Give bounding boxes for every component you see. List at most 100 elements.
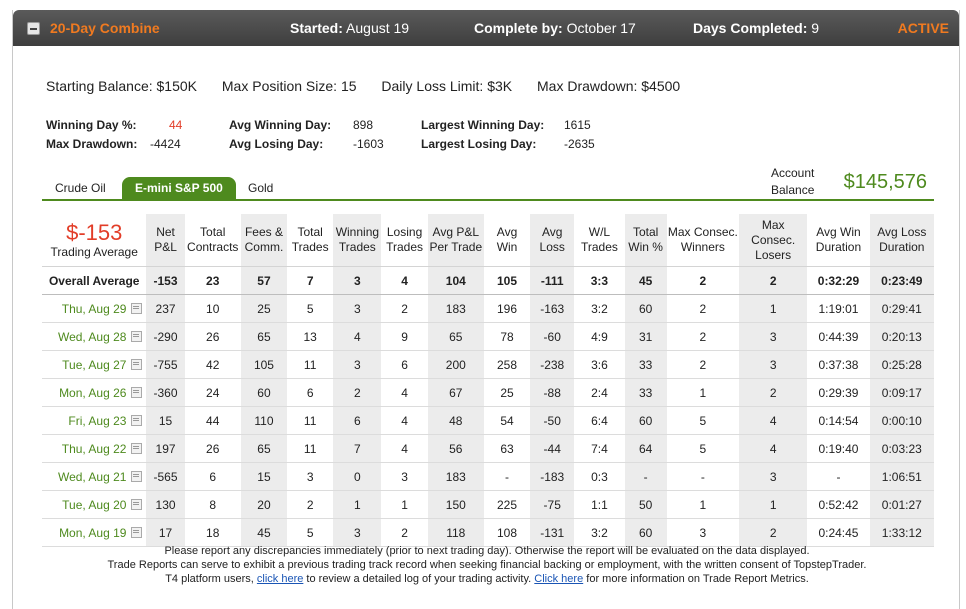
table-cell: 0:01:27	[869, 490, 934, 519]
daily-loss-limit: Daily Loss Limit: $3K	[381, 78, 513, 94]
max-drawdown-value: -4424	[150, 137, 181, 151]
notes-icon[interactable]	[131, 302, 143, 314]
row-date[interactable]: Thu, Aug 29	[42, 294, 147, 323]
notes-icon[interactable]	[131, 470, 143, 482]
table-cell: 237	[146, 294, 185, 323]
table-cell: -183	[530, 462, 575, 491]
row-date-label[interactable]: Mon, Aug 26	[59, 386, 126, 400]
table-cell: 4	[739, 406, 808, 435]
table-cell: 63	[483, 434, 531, 463]
col-header[interactable]: Avg Win	[483, 214, 531, 267]
table-cell: -88	[530, 378, 575, 407]
collapse-icon[interactable]	[27, 22, 40, 35]
col-header[interactable]: Max Consec. Winners	[666, 214, 740, 267]
footer-text: to review a detailed log of your trading…	[306, 573, 532, 585]
table-cell: 118	[427, 518, 484, 547]
notes-icon[interactable]	[131, 442, 143, 454]
table-cell: 0:23:49	[869, 266, 934, 295]
winning-day-pct-value: 44	[169, 118, 183, 132]
col-header[interactable]: Total Trades	[287, 214, 334, 267]
table-cell: -75	[530, 490, 575, 519]
table-cell: 65	[427, 322, 484, 351]
tab-crude-oil[interactable]: Crude Oil	[42, 177, 119, 199]
table-cell: -	[807, 462, 870, 491]
table-cell: 5	[287, 518, 334, 547]
col-header[interactable]: Avg Win Duration	[807, 214, 870, 267]
table-cell: 24	[184, 378, 241, 407]
footer-text: for more information on Trade Report Met…	[586, 573, 809, 585]
col-header[interactable]: Total Contracts	[184, 214, 241, 267]
table-cell: -290	[146, 322, 185, 351]
table-cell: 4	[333, 322, 382, 351]
notes-icon[interactable]	[131, 526, 143, 538]
notes-icon[interactable]	[131, 358, 143, 370]
table-cell: 2	[333, 378, 382, 407]
table-row: Mon, Aug 26 -360 24 60 6 2 4 67 25 -88 2:4 33 1 2 0:29…	[42, 378, 934, 407]
avg-winning-day-value: 898	[353, 118, 374, 132]
combine-rules: Starting Balance: $150K Max Position Siz…	[46, 78, 701, 94]
table-cell: 0:3	[574, 462, 625, 491]
table-row: Thu, Aug 22 197 26 65 11 7 4 56 63 -44 7:4 64 5 4 0:19…	[42, 434, 934, 463]
row-date-label[interactable]: Fri, Aug 23	[68, 414, 126, 428]
row-date-label[interactable]: Mon, Aug 19	[59, 526, 126, 540]
table-cell: 4	[381, 378, 428, 407]
col-header[interactable]: Fees & Comm.	[240, 214, 288, 267]
table-cell: -131	[530, 518, 575, 547]
table-cell: 110	[240, 406, 288, 435]
activity-log-link[interactable]: click here	[257, 573, 303, 585]
winning-day-pct-label: Winning Day %:	[46, 118, 137, 132]
tab-gold[interactable]: Gold	[235, 177, 286, 199]
col-header[interactable]: Max Consec. Losers	[739, 214, 808, 267]
table-row: Tue, Aug 20 130 8 20 2 1 1 150 225 -75 1:1 50 1 1 0:52…	[42, 490, 934, 519]
complete-label: Complete by	[474, 20, 559, 36]
metrics-info-link[interactable]: Click here	[534, 573, 583, 585]
notes-icon[interactable]	[131, 414, 143, 426]
table-cell: 54	[483, 406, 531, 435]
table-cell: 0:19:40	[807, 434, 870, 463]
row-date[interactable]: Mon, Aug 26	[42, 378, 147, 407]
col-header[interactable]: Avg Loss Duration	[869, 214, 934, 267]
table-cell: -	[624, 462, 667, 491]
row-date-label[interactable]: Wed, Aug 28	[58, 330, 127, 344]
col-header[interactable]: Total Win %	[624, 214, 667, 267]
status-badge: ACTIVE	[897, 20, 949, 36]
row-date-label[interactable]: Thu, Aug 22	[62, 442, 127, 456]
row-date-label[interactable]: Tue, Aug 27	[62, 358, 126, 372]
table-cell: 45	[240, 518, 288, 547]
row-date[interactable]: Wed, Aug 21	[42, 462, 147, 491]
tab-emini-sp500[interactable]: E-mini S&P 500	[122, 177, 236, 199]
row-date[interactable]: Tue, Aug 27	[42, 350, 147, 379]
row-date[interactable]: Mon, Aug 19	[42, 518, 147, 547]
table-cell: 33	[624, 378, 667, 407]
table-cell: 57	[240, 266, 288, 295]
table-cell: 2	[666, 322, 740, 351]
row-date-label[interactable]: Thu, Aug 29	[62, 302, 127, 316]
notes-icon[interactable]	[131, 386, 143, 398]
table-cell: 11	[287, 406, 334, 435]
row-date[interactable]: Tue, Aug 20	[42, 490, 147, 519]
row-date-label[interactable]: Wed, Aug 21	[58, 470, 127, 484]
col-header[interactable]: W/L Trades	[574, 214, 625, 267]
table-cell: 0:44:39	[807, 322, 870, 351]
account-balance-value: $145,576	[843, 171, 927, 193]
col-header[interactable]: Avg P&L Per Trade	[427, 214, 484, 267]
col-header[interactable]: Net P&L	[146, 214, 185, 267]
col-header[interactable]: Avg Loss	[530, 214, 575, 267]
row-date-label[interactable]: Tue, Aug 20	[62, 498, 126, 512]
row-date[interactable]: Thu, Aug 22	[42, 434, 147, 463]
table-cell: 44	[184, 406, 241, 435]
table-cell: -	[483, 462, 531, 491]
table-cell: 3	[739, 350, 808, 379]
col-header[interactable]: Losing Trades	[381, 214, 428, 267]
table-cell: -60	[530, 322, 575, 351]
table-cell: 0:37:38	[807, 350, 870, 379]
table-cell: 78	[483, 322, 531, 351]
table-cell: 6	[381, 350, 428, 379]
notes-icon[interactable]	[131, 498, 143, 510]
notes-icon[interactable]	[131, 330, 143, 342]
table-cell: 3:2	[574, 294, 625, 323]
row-date[interactable]: Wed, Aug 28	[42, 322, 147, 351]
row-date[interactable]: Fri, Aug 23	[42, 406, 147, 435]
col-header[interactable]: Winning Trades	[333, 214, 382, 267]
table-cell: 7	[333, 434, 382, 463]
